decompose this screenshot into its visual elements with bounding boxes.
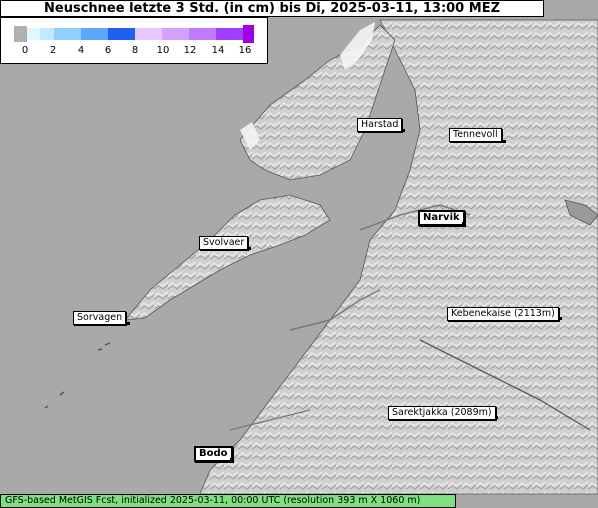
place-marker xyxy=(402,129,405,132)
legend-tick: 0 xyxy=(21,45,29,56)
legend-swatch xyxy=(216,28,243,40)
legend-swatch xyxy=(14,26,27,42)
place-marker xyxy=(127,322,130,325)
place-marker xyxy=(559,317,562,320)
place-marker xyxy=(503,140,506,143)
place-marker xyxy=(495,416,498,419)
legend-tick: 6 xyxy=(104,45,112,56)
legend-tick: 12 xyxy=(183,45,197,56)
place-label-harstad: Harstad xyxy=(357,118,403,132)
map-title: Neuschnee letzte 3 Std. (in cm) bis Di, … xyxy=(0,0,544,17)
place-marker xyxy=(248,247,251,250)
legend-swatch xyxy=(135,28,162,40)
legend-swatch xyxy=(27,28,40,40)
legend-tick: 16 xyxy=(238,45,252,56)
place-label-bodo: Bodo xyxy=(194,446,233,462)
lofoten-islands xyxy=(124,194,331,321)
place-label-tennevoll: Tennevoll xyxy=(449,128,502,142)
legend-color-bar xyxy=(14,25,254,43)
place-marker xyxy=(462,222,465,225)
legend-tick: 4 xyxy=(77,45,85,56)
legend-tick: 10 xyxy=(156,45,170,56)
terrain-layer xyxy=(44,19,598,495)
forecast-map: Neuschnee letzte 3 Std. (in cm) bis Di, … xyxy=(0,0,598,508)
place-label-kebenekaise: Kebenekaise (2113m) xyxy=(447,307,559,321)
legend-tick: 14 xyxy=(211,45,225,56)
snow-legend: 0 2 4 6 8 10 12 14 16 xyxy=(0,17,268,64)
legend-swatch xyxy=(162,28,189,40)
forecast-footer: GFS-based MetGIS Fcst, initialized 2025-… xyxy=(0,494,456,508)
place-label-svolvaer: Svolvaer xyxy=(199,236,249,250)
legend-swatch xyxy=(189,28,216,40)
legend-swatch xyxy=(81,28,108,40)
islets xyxy=(44,342,111,409)
place-label-narvik: Narvik xyxy=(418,210,465,226)
legend-swatch xyxy=(108,28,135,40)
legend-swatch xyxy=(40,28,54,40)
place-marker xyxy=(230,458,233,461)
legend-tick: 2 xyxy=(49,45,57,56)
legend-swatch xyxy=(243,25,254,43)
place-label-sorvagen: Sorvagen xyxy=(73,311,127,325)
legend-ticks: 0 2 4 6 8 10 12 14 16 xyxy=(1,45,269,59)
legend-swatch xyxy=(54,28,81,40)
place-label-sarektjakka: Sarektjakka (2089m) xyxy=(388,406,496,420)
legend-tick: 8 xyxy=(131,45,139,56)
